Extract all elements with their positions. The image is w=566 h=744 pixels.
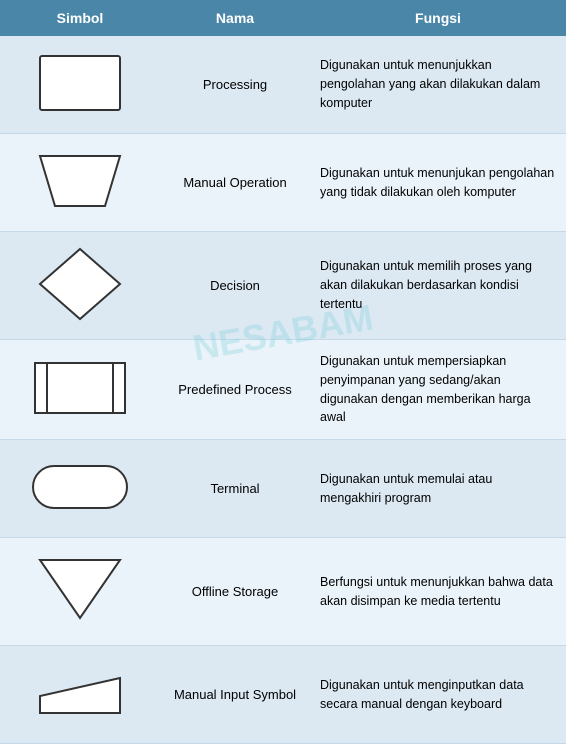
- table-row: Terminal Digunakan untuk memulai atau me…: [0, 440, 566, 538]
- symbol-offline-storage: [0, 538, 160, 646]
- table-row: Manual Input Symbol Digunakan untuk meng…: [0, 646, 566, 744]
- func-processing: Digunakan untuk menunjukkan pengolahan y…: [310, 36, 566, 134]
- name-decision: Decision: [160, 232, 310, 340]
- func-offline-storage: Berfungsi untuk menunjukkan bahwa data a…: [310, 538, 566, 646]
- func-terminal: Digunakan untuk memulai atau mengakhiri …: [310, 440, 566, 538]
- func-manual-input: Digunakan untuk menginputkan data secara…: [310, 646, 566, 744]
- table-row: Decision Digunakan untuk memilih proses …: [0, 232, 566, 340]
- table-row: Manual Operation Digunakan untuk menunju…: [0, 134, 566, 232]
- name-manual-operation: Manual Operation: [160, 134, 310, 232]
- name-processing: Processing: [160, 36, 310, 134]
- symbol-predefined-process: [0, 340, 160, 440]
- func-predefined-process: Digunakan untuk mempersiapkan penyimpana…: [310, 340, 566, 440]
- func-decision: Digunakan untuk memilih proses yang akan…: [310, 232, 566, 340]
- header-simbol: Simbol: [0, 0, 160, 36]
- table-row: Predefined Process Digunakan untuk mempe…: [0, 340, 566, 440]
- symbol-processing: [0, 36, 160, 134]
- symbol-manual-input: [0, 646, 160, 744]
- symbol-manual-operation: [0, 134, 160, 232]
- header-fungsi: Fungsi: [310, 0, 566, 36]
- name-manual-input: Manual Input Symbol: [160, 646, 310, 744]
- symbol-decision: [0, 232, 160, 340]
- table-row: Processing Digunakan untuk menunjukkan p…: [0, 36, 566, 134]
- symbol-terminal: [0, 440, 160, 538]
- name-terminal: Terminal: [160, 440, 310, 538]
- table-row: Offline Storage Berfungsi untuk menunjuk…: [0, 538, 566, 646]
- header-nama: Nama: [160, 0, 310, 36]
- func-manual-operation: Digunakan untuk menunjukan pengolahan ya…: [310, 134, 566, 232]
- name-predefined-process: Predefined Process: [160, 340, 310, 440]
- name-offline-storage: Offline Storage: [160, 538, 310, 646]
